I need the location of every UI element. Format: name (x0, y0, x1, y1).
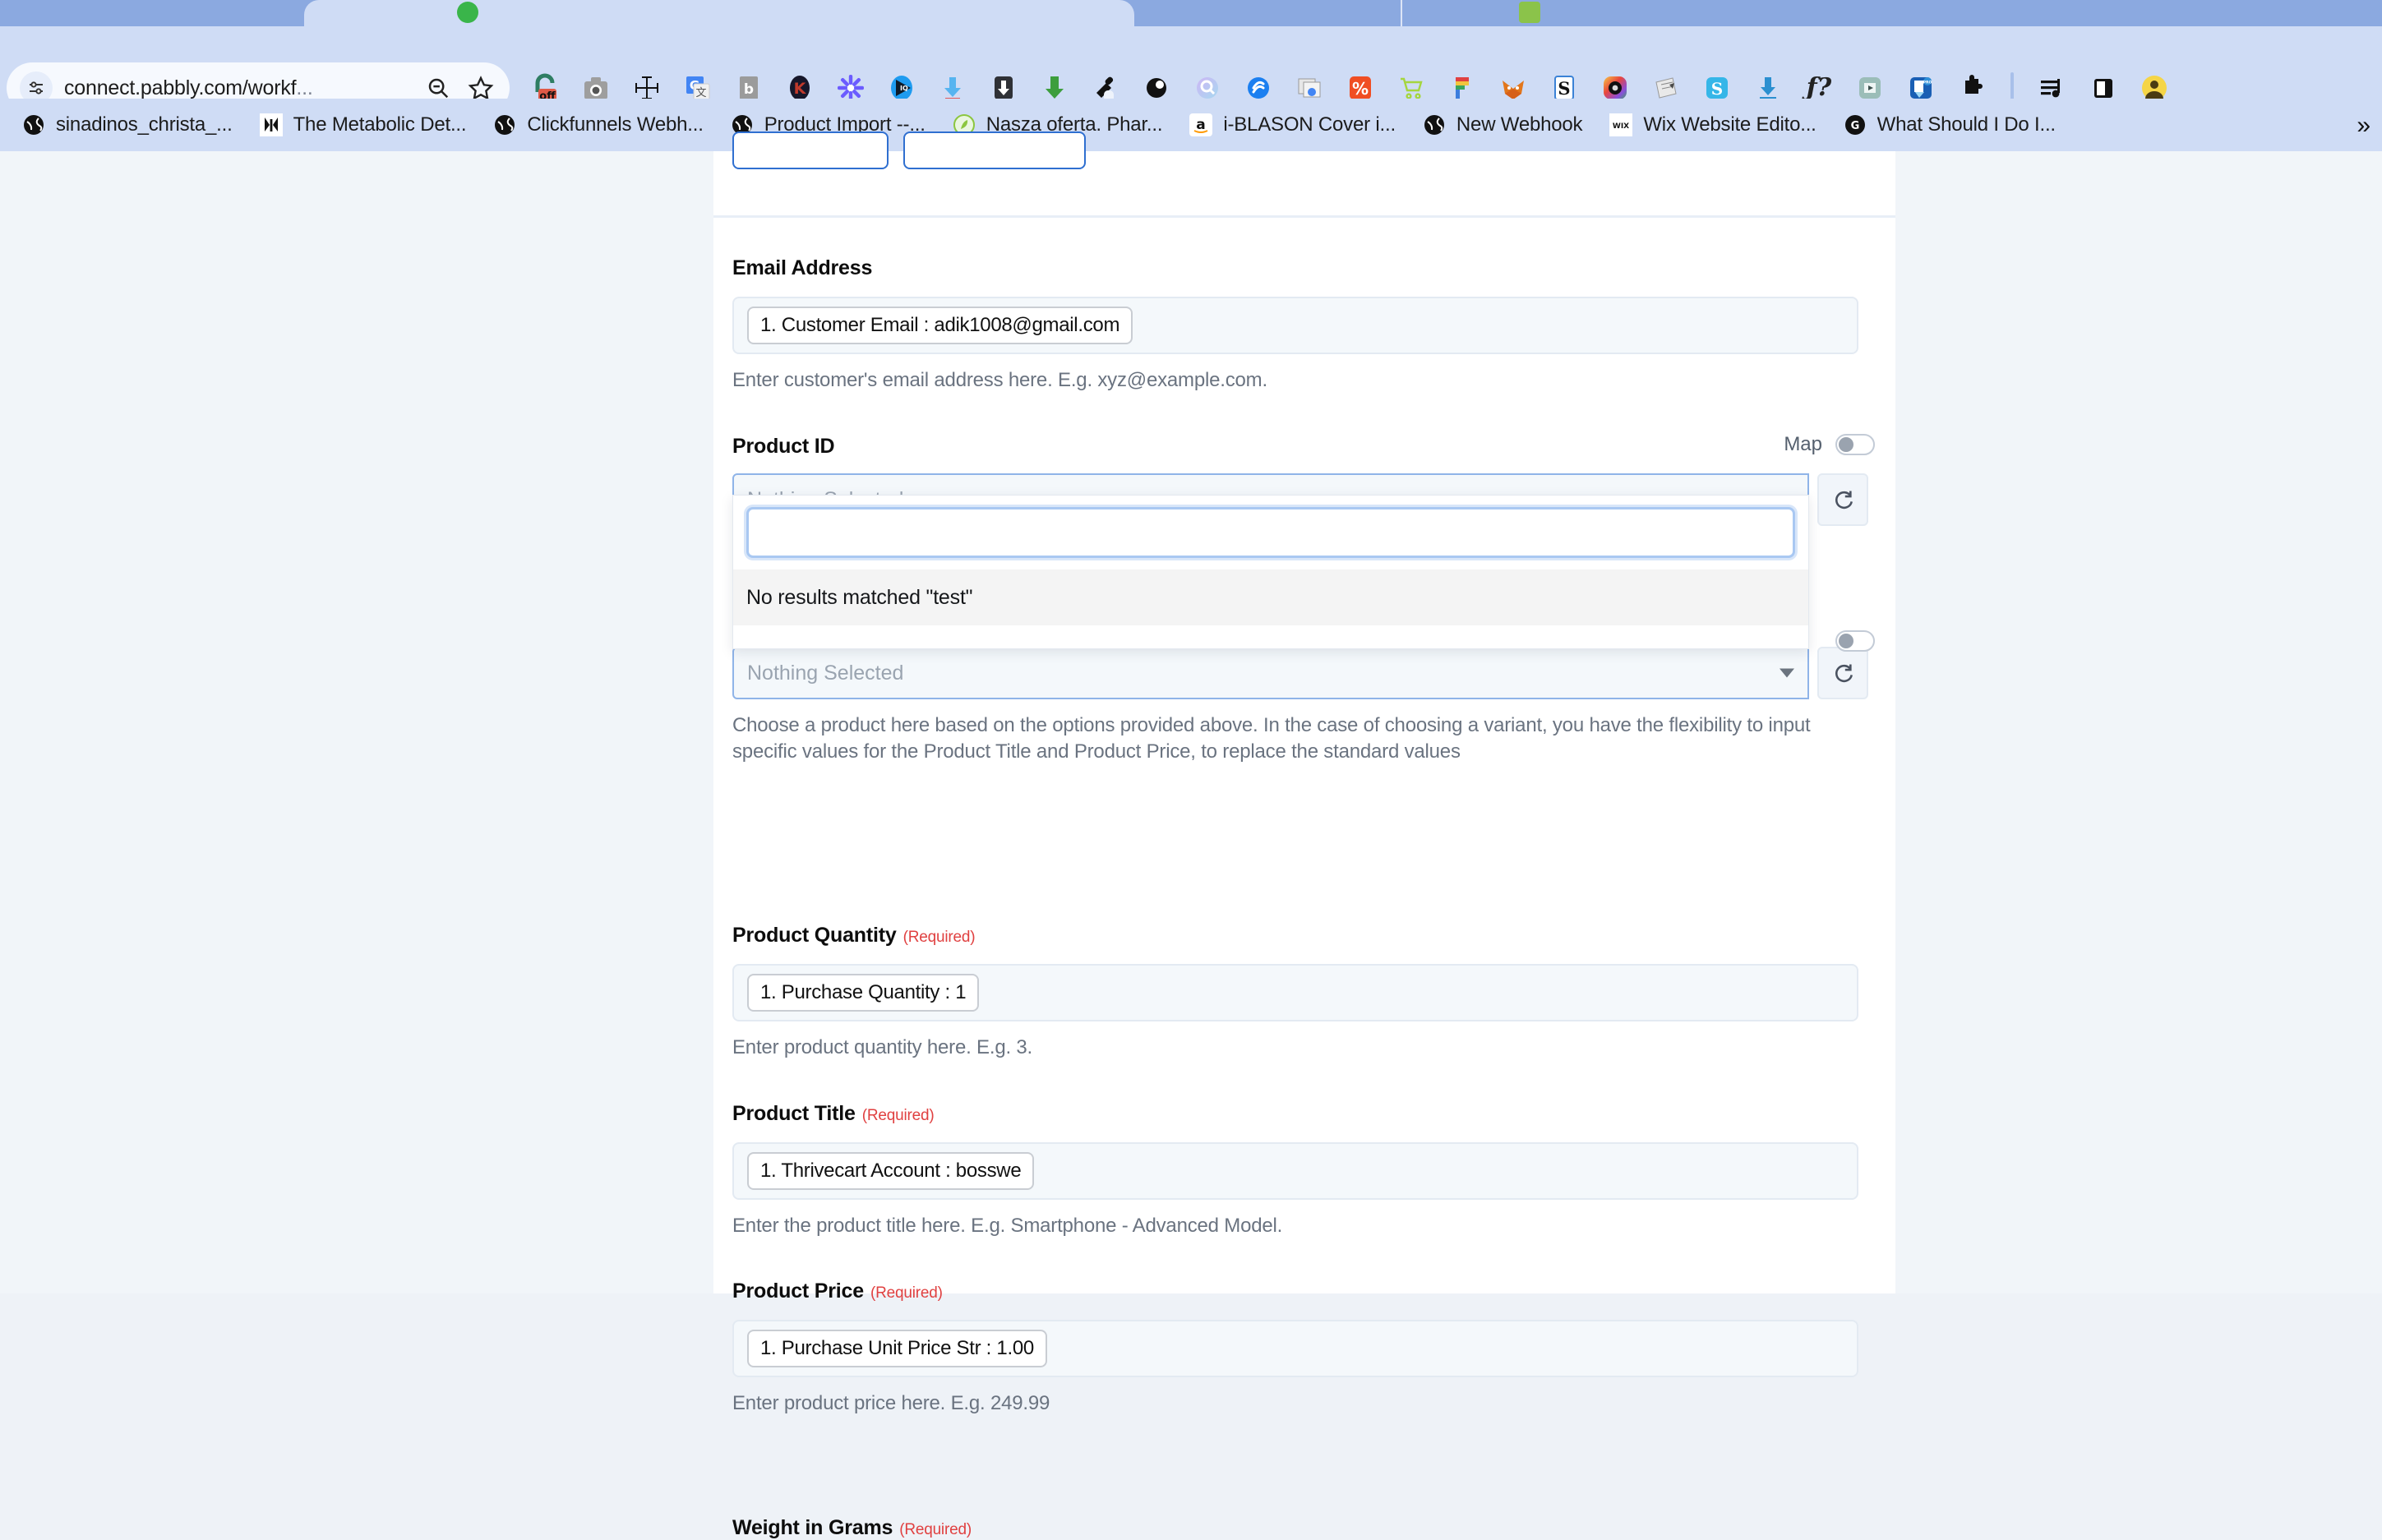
field-label: Product Title (Required) (732, 1102, 1875, 1126)
butterfly-icon (259, 113, 284, 137)
svg-text:文: 文 (695, 87, 706, 99)
tab-favicon-yellow-green (1519, 2, 1540, 23)
bookmark-item[interactable]: G What Should I Do I... (1830, 104, 2069, 145)
bookmark-item[interactable]: The Metabolic Det... (246, 104, 480, 145)
bookmark-label: i-BLASON Cover i... (1223, 113, 1396, 136)
bookmark-item[interactable]: Clickfunnels Webh... (479, 104, 716, 145)
tab-separator (1401, 0, 1402, 26)
grammarly-g-icon: G (1843, 113, 1867, 137)
svg-text:%: % (1352, 79, 1369, 99)
omnibox-url[interactable]: connect.pabbly.com/workf... (64, 76, 411, 100)
bookmark-label: Wix Website Edito... (1643, 113, 1817, 136)
product-id-dropdown: No results matched "test" (732, 495, 1809, 649)
field-label: Product ID (732, 435, 1875, 459)
field-help-text: Enter customer's email address here. E.g… (732, 369, 1267, 391)
required-marker: (Required) (902, 929, 976, 946)
page-viewport: Email Address 1. Customer Email : adik10… (0, 131, 2382, 1539)
required-marker: (Required) (899, 1521, 972, 1538)
svg-text:b: b (744, 81, 754, 98)
product-variant-select[interactable]: Nothing Selected (732, 647, 1809, 699)
field-label: Product Price (Required) (732, 1279, 1875, 1303)
field-help-text: Enter product quantity here. E.g. 3. (732, 1036, 1033, 1058)
field-weight-in-grams: Weight in Grams (Required) (732, 1516, 1875, 1540)
field-help-text: Choose a product here based on the optio… (732, 714, 1811, 763)
globe-icon (1422, 113, 1447, 137)
svg-text:WIX: WIX (1613, 122, 1629, 131)
bookmark-item[interactable]: sinadinos_christa_... (8, 104, 246, 145)
email-input[interactable]: 1. Customer Email : adik1008@gmail.com (732, 297, 1858, 354)
svg-text:S: S (1711, 79, 1723, 99)
field-help-text: Enter the product title here. E.g. Smart… (732, 1215, 1283, 1237)
field-label-text: Email Address (732, 256, 873, 279)
variant-map-toggle-group (1835, 630, 1875, 652)
required-marker: (Required) (861, 1107, 935, 1124)
map-toggle-group: Map (1784, 433, 1875, 456)
svg-text:a: a (1197, 117, 1206, 133)
mapped-value-chip[interactable]: 1. Purchase Unit Price Str : 1.00 (747, 1330, 1047, 1367)
omnibox-url-ellipsis: ... (296, 76, 313, 99)
field-label: Weight in Grams (Required) (732, 1516, 1875, 1540)
bookmark-label: New Webhook (1456, 113, 1583, 136)
top-action-button-1[interactable] (732, 131, 889, 169)
select-placeholder: Nothing Selected (747, 661, 904, 685)
product-variant-select-row: Nothing Selected (732, 647, 1875, 699)
field-help-text: Enter product price here. E.g. 249.99 (732, 1392, 1050, 1414)
field-label-text: Product Title (732, 1102, 856, 1125)
product-price-input[interactable]: 1. Purchase Unit Price Str : 1.00 (732, 1320, 1858, 1377)
svg-text:IQ: IQ (900, 85, 908, 92)
browser-tab-strip[interactable] (0, 0, 2382, 26)
bookmark-label: sinadinos_christa_... (56, 113, 233, 136)
dropdown-tail (733, 625, 1808, 648)
field-label-text: Product Quantity (732, 924, 897, 947)
refresh-button[interactable] (1817, 473, 1868, 526)
field-label: Product Quantity (Required) (732, 924, 1875, 948)
mapped-value-chip[interactable]: 1. Thrivecart Account : bosswe (747, 1152, 1035, 1190)
svg-text:G: G (1850, 120, 1859, 132)
mapped-value-chip[interactable]: 1. Customer Email : adik1008@gmail.com (747, 307, 1133, 344)
svg-text:PRO: PRO (1923, 81, 1932, 85)
mapped-value-chip[interactable]: 1. Purchase Quantity : 1 (747, 974, 980, 1012)
tab-favicon-green (457, 2, 478, 23)
field-label-text: Product Price (732, 1279, 864, 1303)
field-label: Email Address (732, 256, 1875, 280)
variant-map-toggle[interactable] (1835, 630, 1875, 652)
globe-icon (492, 113, 517, 137)
field-email-address: Email Address 1. Customer Email : adik10… (732, 256, 1875, 394)
bookmarks-bar: sinadinos_christa_... The Metabolic Det.… (0, 99, 2382, 151)
required-marker: (Required) (870, 1284, 943, 1302)
browser-tab-active[interactable] (304, 0, 1134, 26)
bookmark-item[interactable]: a i-BLASON Cover i... (1175, 104, 1409, 145)
map-toggle[interactable] (1835, 434, 1875, 455)
field-product-title: Product Title (Required) 1. Thrivecart A… (732, 1102, 1875, 1239)
omnibox-url-text: connect.pabbly.com/workf (64, 76, 297, 99)
globe-icon (21, 113, 46, 137)
bookmark-label: What Should I Do I... (1877, 113, 2056, 136)
tab-strip-left-fill (0, 0, 307, 26)
field-product-price: Product Price (Required) 1. Purchase Uni… (732, 1279, 1875, 1417)
bookmarks-overflow-icon[interactable]: » (2357, 112, 2370, 140)
dropdown-search-input[interactable] (746, 507, 1795, 558)
dropdown-no-results: No results matched "test" (733, 569, 1808, 625)
refresh-button[interactable] (1817, 647, 1868, 699)
svg-text:S: S (1558, 78, 1570, 99)
chevron-down-icon (1780, 668, 1794, 678)
field-label-text: Weight in Grams (732, 1516, 893, 1539)
wix-icon: WIX (1609, 113, 1633, 137)
product-quantity-input[interactable]: 1. Purchase Quantity : 1 (732, 964, 1858, 1021)
section-divider (713, 215, 1895, 218)
bookmark-item[interactable]: New Webhook (1409, 104, 1595, 145)
field-product-quantity: Product Quantity (Required) 1. Purchase … (732, 924, 1875, 1061)
svg-text:K: K (794, 80, 807, 98)
browser-toolbar: connect.pabbly.com/workf... off 文 b K IQ… (0, 26, 2382, 113)
product-title-input[interactable]: 1. Thrivecart Account : bosswe (732, 1142, 1858, 1200)
top-action-button-2[interactable] (903, 131, 1086, 169)
map-label: Map (1784, 433, 1822, 455)
field-label-text: Product ID (732, 435, 835, 458)
bookmark-item[interactable]: WIX Wix Website Edito... (1595, 104, 1829, 145)
amazon-icon: a (1189, 113, 1213, 137)
workflow-step-panel: Email Address 1. Customer Email : adik10… (713, 131, 1895, 1539)
bookmark-label: Clickfunnels Webh... (527, 113, 704, 136)
bookmark-label: The Metabolic Det... (293, 113, 467, 136)
